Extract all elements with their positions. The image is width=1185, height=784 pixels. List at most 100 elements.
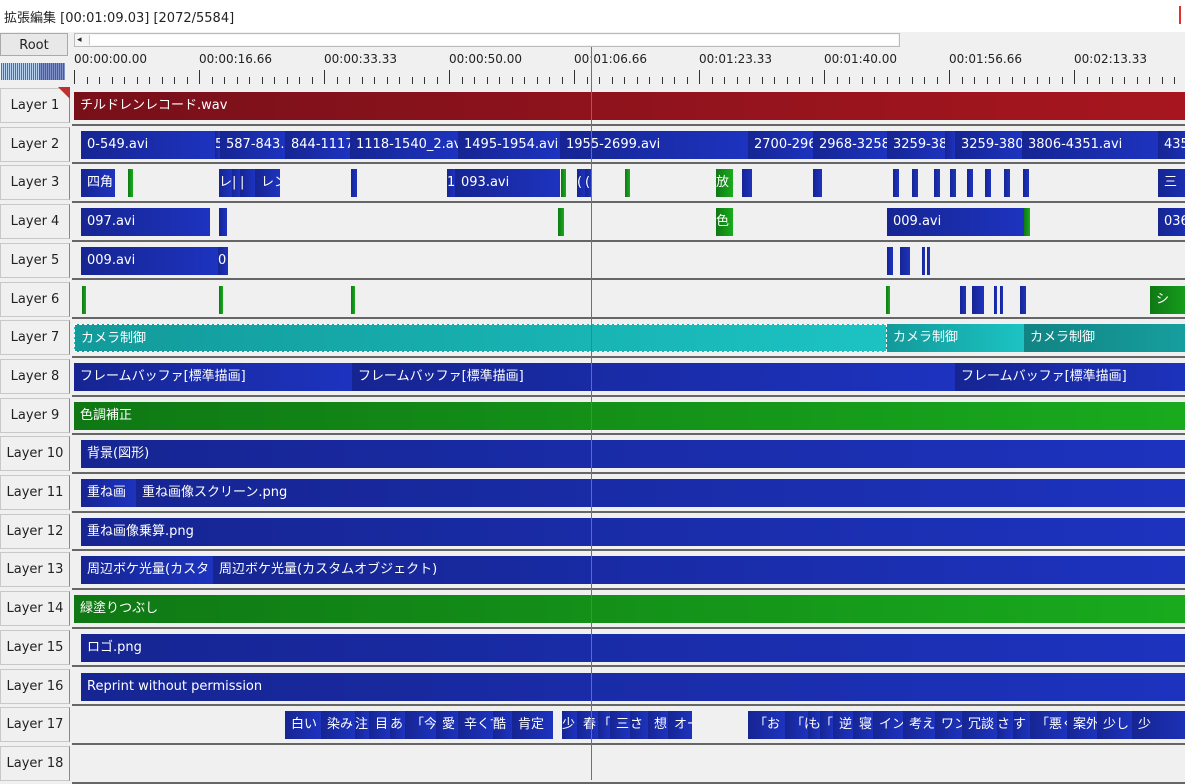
timeline-clip[interactable]: 酷: [493, 711, 512, 740]
layer-header[interactable]: Layer 17: [0, 707, 70, 743]
timeline-clip[interactable]: 3259-380: [955, 130, 1022, 159]
timeline-clip[interactable]: フレームバッファ[標準描画]: [955, 362, 1185, 391]
layer-header[interactable]: Layer 10: [0, 436, 70, 472]
timeline-clip[interactable]: 三: [610, 711, 630, 740]
timeline-clip[interactable]: 1118-1540_2.av: [350, 130, 458, 159]
timeline-clip[interactable]: 四角: [81, 169, 115, 198]
timeline-clip[interactable]: 周辺ボケ光量(カスタ: [81, 556, 213, 585]
timeline-clip[interactable]: さ: [997, 711, 1013, 740]
timeline-clip[interactable]: [922, 246, 925, 275]
timeline-clip[interactable]: チルドレンレコード.wav: [74, 92, 1185, 120]
timeline-clip[interactable]: [912, 169, 918, 198]
timeline-clip[interactable]: 重ね画像スクリーン.png: [136, 479, 1185, 507]
timeline-clip[interactable]: 009.avi: [887, 208, 1024, 237]
timeline-clip[interactable]: 0-549.avi: [81, 130, 215, 159]
layer-header[interactable]: Layer 7: [0, 320, 70, 356]
timeline-clip[interactable]: [985, 169, 991, 198]
timeline-clip[interactable]: (: [577, 169, 585, 198]
timeline-clip[interactable]: [742, 169, 752, 198]
timeline-clip[interactable]: [561, 169, 566, 198]
timeline-clip[interactable]: 「ほ: [785, 711, 808, 740]
timeline-clip[interactable]: [934, 169, 940, 198]
timeline-clip[interactable]: 考え: [903, 711, 935, 740]
timeline-clip[interactable]: 3806-4351.avi: [1022, 130, 1158, 159]
timeline-clip[interactable]: 0: [218, 246, 228, 275]
layer-header[interactable]: Layer 8: [0, 358, 70, 394]
timeline-clip[interactable]: [558, 208, 564, 237]
timeline-clip[interactable]: す: [1013, 711, 1030, 740]
layer-track[interactable]: シ: [72, 281, 1185, 320]
timeline-clip[interactable]: 色調補正: [74, 401, 1185, 430]
timeline-clip[interactable]: [82, 285, 86, 314]
timeline-clip[interactable]: レ: [219, 169, 232, 198]
layer-header[interactable]: Layer 12: [0, 513, 70, 549]
timeline-clip[interactable]: カメラ制御: [74, 324, 887, 353]
timeline-clip[interactable]: [351, 285, 355, 314]
timeline-clip[interactable]: [1000, 285, 1003, 314]
timeline-clip[interactable]: 036: [1158, 208, 1185, 237]
timeline-clip[interactable]: イン: [873, 711, 903, 740]
zoom-level-meter[interactable]: [1, 63, 65, 80]
timeline-clip[interactable]: フレームバッファ[標準描画]: [74, 362, 352, 391]
layer-track[interactable]: 周辺ボケ光量(カスタ 周辺ボケ光量(カスタムオブジェクト): [72, 551, 1185, 591]
layer-track[interactable]: カメラ制御 カメラ制御 カメラ制御: [72, 319, 1185, 358]
layer-track[interactable]: 白い染み注目あ「今愛辛くて、酷肯定少春「三さ想オー「お「ほも「こ逆寝イン考えワン…: [72, 706, 1185, 745]
layer-header[interactable]: Layer 15: [0, 629, 70, 665]
timeline-clip[interactable]: 重ね画: [81, 479, 136, 507]
timeline-clip[interactable]: [960, 285, 966, 314]
timeline-clip[interactable]: 435: [1158, 130, 1185, 159]
timeline-clip[interactable]: 1955-2699.avi: [560, 130, 748, 159]
timeline-clip[interactable]: [994, 285, 997, 314]
layer-track[interactable]: 重ね画像乗算.png: [72, 513, 1185, 552]
timeline-clip[interactable]: 「: [598, 711, 610, 740]
layer-track[interactable]: フレームバッファ[標準描画] フレームバッファ[標準描画] フレームバッファ[標準描…: [72, 358, 1185, 397]
layer-header[interactable]: Layer 18: [0, 745, 70, 781]
layer-track[interactable]: チルドレンレコード.wav: [72, 87, 1185, 126]
layer-header[interactable]: Layer 13: [0, 552, 70, 588]
timeline-clip[interactable]: [1004, 169, 1010, 198]
timeline-clip[interactable]: 「こ: [820, 711, 833, 740]
playhead-cursor[interactable]: [591, 47, 592, 780]
layer-track[interactable]: 緑塗りつぶし: [72, 590, 1185, 629]
timeline-clip[interactable]: 注: [355, 711, 369, 740]
timeline-clip[interactable]: 「今: [405, 711, 436, 740]
timeline-clip[interactable]: 目: [369, 711, 390, 740]
timeline-clip[interactable]: [967, 169, 973, 198]
timeline-clip[interactable]: 逆: [833, 711, 853, 740]
layer-track[interactable]: 0-549.avi5587-843.a844-1117.1118-1540_2.…: [72, 126, 1185, 165]
timeline-clip[interactable]: 3259-38: [887, 130, 945, 159]
timeline-clip[interactable]: [625, 169, 630, 198]
timeline-clip[interactable]: 1495-1954.avi: [458, 130, 560, 159]
timeline-clip[interactable]: 1: [447, 169, 455, 198]
horizontal-scrollbar[interactable]: ◂: [74, 33, 900, 47]
timeline-clip[interactable]: 周辺ボケ光量(カスタムオブジェクト): [213, 556, 1185, 585]
timeline-clip[interactable]: カメラ制御: [1024, 324, 1185, 353]
timeline-clip[interactable]: [128, 169, 133, 198]
layer-header[interactable]: Layer 9: [0, 397, 70, 433]
timeline-clip[interactable]: 寝: [853, 711, 873, 740]
timeline-clip[interactable]: オー: [668, 711, 692, 740]
layer-header[interactable]: Layer 11: [0, 475, 70, 510]
time-ruler[interactable]: 00:00:00.00 00:00:16.66 00:00:33.33 00:00:5…: [74, 47, 1185, 87]
timeline-clip[interactable]: 冗談: [962, 711, 997, 740]
timeline-clip[interactable]: フレームバッファ[標準描画]: [352, 362, 955, 391]
timeline-clip[interactable]: レン: [255, 169, 280, 198]
timeline-clip[interactable]: 色: [716, 208, 733, 237]
timeline-clip[interactable]: 2968-3258.: [813, 130, 887, 159]
layer-header[interactable]: Layer 2: [0, 126, 70, 162]
timeline-clip[interactable]: 097.avi: [81, 208, 210, 237]
timeline-clip[interactable]: あ: [390, 711, 405, 740]
scrollbar-thumb[interactable]: [89, 35, 898, 45]
timeline-clip[interactable]: 少: [1132, 711, 1185, 740]
timeline-clip[interactable]: 093.avi: [455, 169, 560, 198]
timeline-clip[interactable]: 844-1117.: [285, 130, 350, 159]
layer-header[interactable]: Layer 5: [0, 242, 70, 278]
timeline-clip[interactable]: ワン: [935, 711, 962, 740]
timeline-clip[interactable]: さ: [630, 711, 648, 740]
timeline-clip[interactable]: 肯定: [512, 711, 553, 740]
timeline-clip[interactable]: 想: [648, 711, 668, 740]
timeline-clip[interactable]: 009.avi: [81, 246, 218, 275]
timeline-clip[interactable]: 白い: [285, 711, 321, 740]
timeline-clip[interactable]: [1020, 285, 1026, 314]
layer-header[interactable]: Layer 6: [0, 281, 70, 317]
